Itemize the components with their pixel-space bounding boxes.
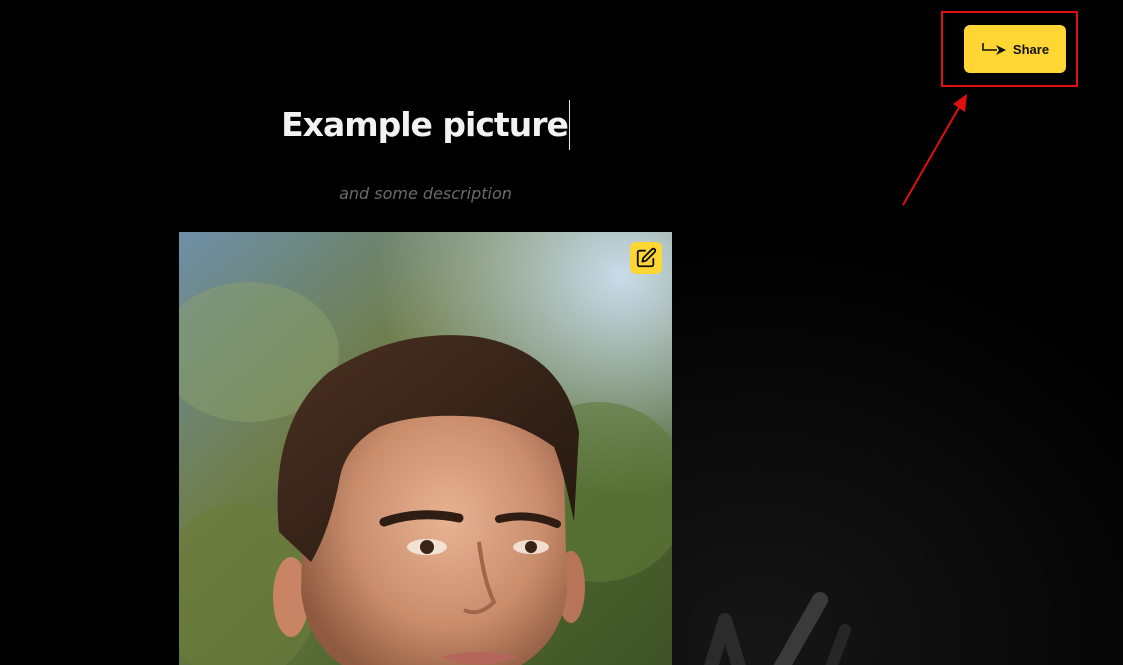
edit-icon xyxy=(636,247,657,268)
portrait-image xyxy=(179,232,672,665)
annotation-arrow xyxy=(902,94,967,206)
background-doodle xyxy=(704,592,851,665)
page-title[interactable]: Example picture xyxy=(281,100,570,150)
edit-photo-button[interactable] xyxy=(630,242,662,274)
share-button[interactable]: Share xyxy=(964,25,1066,73)
portrait-photo xyxy=(179,232,672,665)
share-label: Share xyxy=(1012,41,1050,57)
page: Example picture and some description Sha… xyxy=(0,0,1123,665)
page-description[interactable]: and some description xyxy=(179,184,672,203)
share-arrow-icon xyxy=(982,43,1006,55)
title-container: Example picture xyxy=(179,100,672,150)
